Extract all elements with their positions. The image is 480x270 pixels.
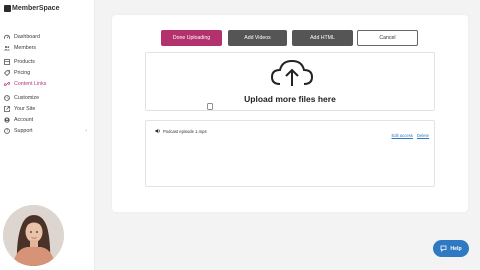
logo-text: MemberSpace: [12, 5, 60, 12]
edit-access-link[interactable]: Edit access: [391, 133, 412, 138]
logo-mark-icon: [4, 5, 11, 12]
uploaded-files-list: Podcast episode 1.mp4 Edit access Delete: [145, 120, 435, 187]
file-actions: Edit access Delete: [391, 133, 429, 138]
sidebar-item-label: Pricing: [14, 69, 31, 76]
done-uploading-button[interactable]: Done Uploading: [161, 30, 222, 46]
sidebar-item-label: Account: [14, 116, 34, 123]
sidebar-item-your-site[interactable]: Your Site: [4, 103, 92, 114]
sidebar-item-label: Customize: [14, 94, 40, 101]
support-icon: ?: [4, 127, 10, 134]
cancel-button[interactable]: Cancel: [357, 30, 418, 46]
sidebar-item-label: Members: [14, 44, 37, 51]
add-videos-button[interactable]: Add Videos: [228, 30, 287, 46]
customize-icon: [4, 94, 10, 101]
sidebar-item-dashboard[interactable]: Dashboard: [4, 31, 92, 42]
speaker-icon: [155, 128, 161, 134]
upload-card: Done Uploading Add Videos Add HTML Cance…: [112, 15, 468, 212]
sidebar-item-members[interactable]: Members: [4, 42, 92, 53]
sidebar-item-support[interactable]: ? Support ‹: [4, 125, 92, 136]
dashboard-icon: [4, 34, 10, 40]
sidebar-nav: Dashboard Members Products Pricing Conte…: [4, 31, 92, 136]
sidebar-item-pricing[interactable]: Pricing: [4, 67, 92, 78]
person-portrait-image: [3, 205, 64, 266]
app-logo[interactable]: MemberSpace: [4, 5, 59, 12]
sidebar: MemberSpace Dashboard Members Products P…: [0, 0, 95, 270]
file-dropzone[interactable]: Upload more files here: [145, 52, 435, 111]
svg-text:?: ?: [6, 128, 8, 133]
sidebar-item-label: Support: [14, 127, 33, 134]
delete-link[interactable]: Delete: [417, 133, 429, 138]
dropzone-title: Upload more files here: [244, 94, 336, 104]
presenter-avatar: [3, 205, 64, 266]
cloud-upload-icon: [270, 59, 314, 86]
help-button[interactable]: Help: [433, 240, 469, 257]
help-chat-icon: [440, 245, 447, 252]
chevron-left-icon[interactable]: ‹: [85, 128, 87, 134]
help-label: Help: [450, 245, 462, 252]
sidebar-item-label: Products: [14, 58, 35, 65]
sidebar-item-label: Content Links: [14, 80, 47, 87]
members-icon: [4, 45, 10, 51]
sidebar-item-products[interactable]: Products: [4, 56, 92, 67]
sidebar-item-content-links[interactable]: Content Links: [4, 78, 92, 89]
your-site-icon: [4, 105, 10, 112]
mouse-cursor-icon: [207, 103, 213, 110]
list-item: Podcast episode 1.mp4 Edit access Delete: [155, 127, 431, 138]
add-html-button[interactable]: Add HTML: [292, 30, 353, 46]
account-icon: [4, 116, 10, 123]
file-name: Podcast episode 1.mp4: [163, 128, 207, 134]
content-links-icon: [4, 81, 10, 87]
sidebar-item-label: Dashboard: [14, 33, 40, 40]
pricing-icon: [4, 69, 10, 76]
sidebar-item-account[interactable]: Account: [4, 114, 92, 125]
sidebar-item-customize[interactable]: Customize: [4, 92, 92, 103]
products-icon: [4, 58, 10, 65]
sidebar-item-label: Your Site: [14, 105, 36, 112]
